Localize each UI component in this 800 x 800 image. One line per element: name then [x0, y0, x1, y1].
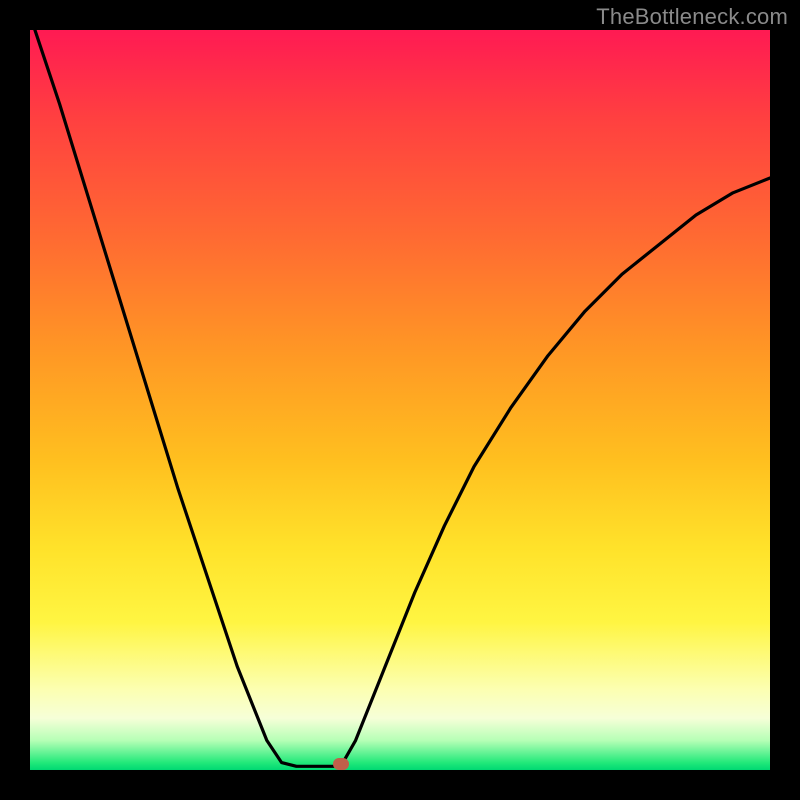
curve-path: [30, 30, 770, 766]
watermark-text: TheBottleneck.com: [596, 4, 788, 30]
chart-frame: TheBottleneck.com: [0, 0, 800, 800]
optimum-marker: [333, 758, 349, 770]
bottleneck-curve: [30, 30, 770, 770]
plot-area: [30, 30, 770, 770]
